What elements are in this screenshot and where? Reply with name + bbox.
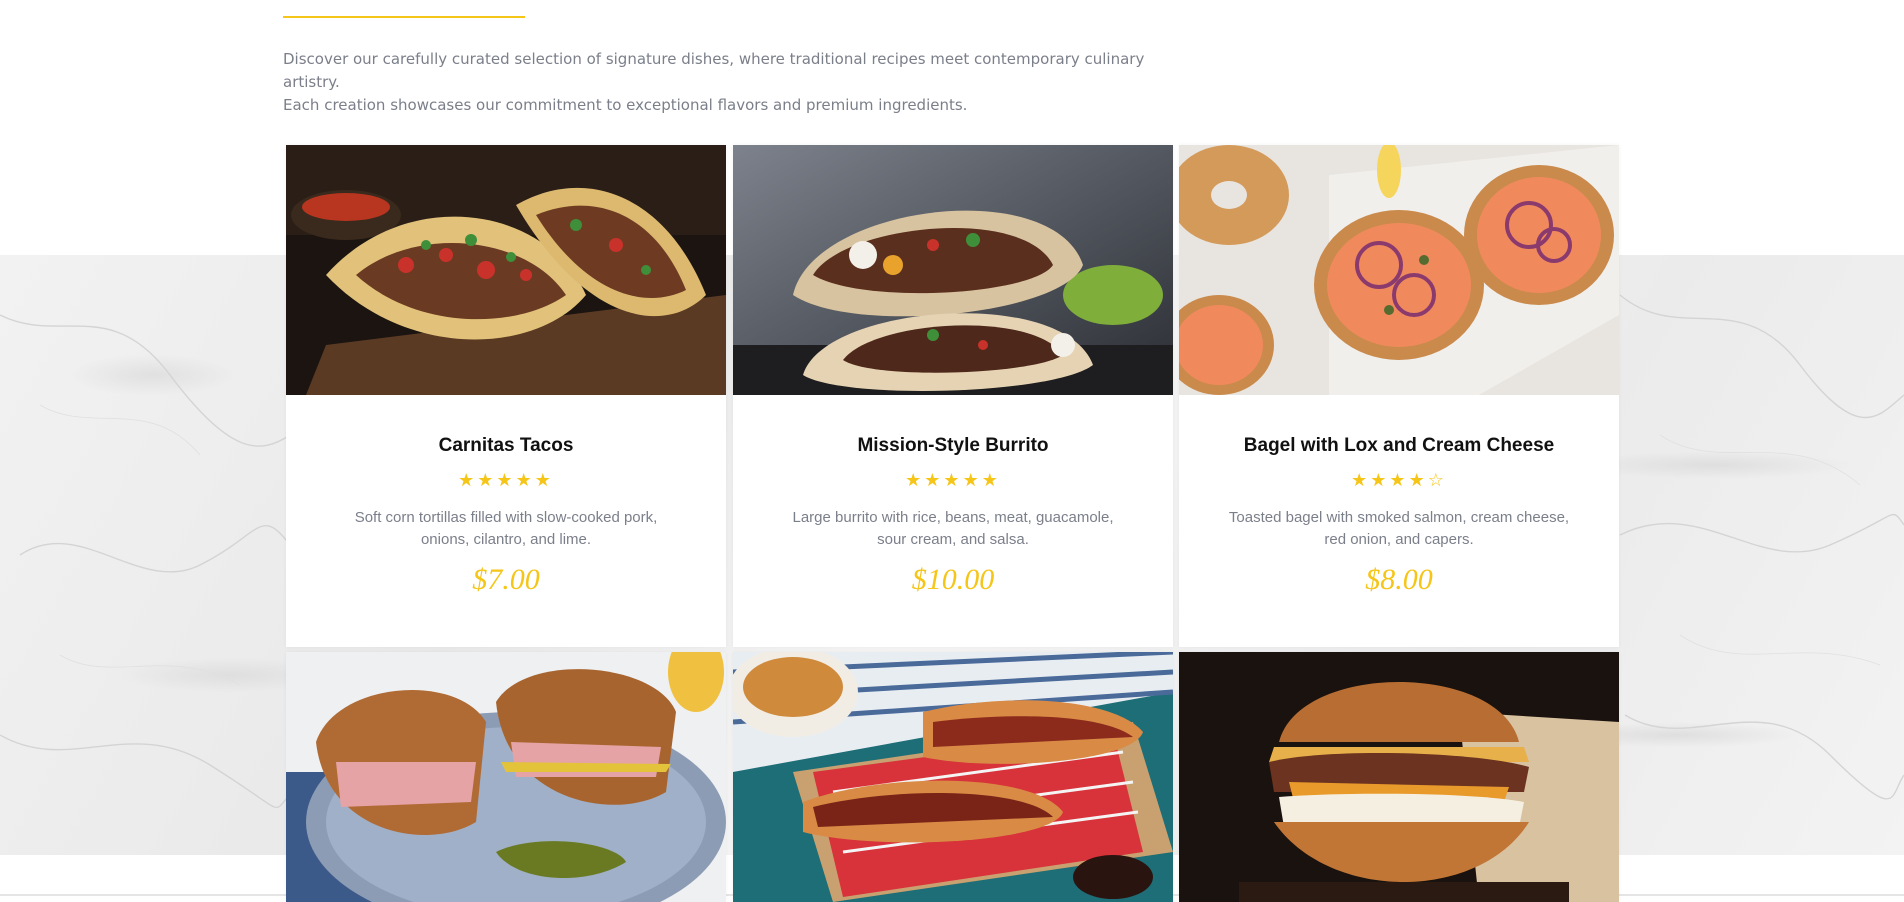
intro-line-2: Each creation showcases our commitment t… [283, 96, 968, 114]
hot-dogs-photo[interactable] [733, 652, 1173, 902]
section-title-underline [283, 16, 525, 18]
menu-card-breakfast-sandwich[interactable] [1179, 652, 1619, 902]
item-price: $8.00 [1365, 563, 1433, 596]
item-title[interactable]: Bagel with Lox and Cream Cheese [1179, 435, 1619, 457]
section-intro: Discover our carefully curated selection… [283, 48, 1183, 117]
rating-stars: ★★★★☆ [1351, 470, 1447, 491]
rating-stars: ★★★★★ [458, 470, 554, 491]
menu-card-carnitas-tacos[interactable]: Carnitas Tacos ★★★★★ Soft corn tortillas… [286, 145, 726, 647]
tacos-photo[interactable] [286, 145, 726, 395]
item-price: $7.00 [472, 563, 540, 596]
burrito-photo[interactable] [733, 145, 1173, 395]
menu-card-hot-dogs[interactable] [733, 652, 1173, 902]
item-price: $10.00 [911, 563, 995, 596]
cuban-sandwich-photo[interactable] [286, 652, 726, 902]
item-description: Large burrito with rice, beans, meat, gu… [792, 509, 1114, 548]
item-title[interactable]: Mission-Style Burrito [733, 435, 1173, 457]
menu-card-mission-burrito[interactable]: Mission-Style Burrito ★★★★★ Large burrit… [733, 145, 1173, 647]
menu-card-bagel-lox[interactable]: Bagel with Lox and Cream Cheese ★★★★☆ To… [1179, 145, 1619, 647]
rating-stars: ★★★★★ [905, 470, 1001, 491]
bagel-lox-photo[interactable] [1179, 145, 1619, 395]
item-title[interactable]: Carnitas Tacos [286, 435, 726, 457]
breakfast-sandwich-photo[interactable] [1179, 652, 1619, 902]
menu-card-cuban-sandwich[interactable] [286, 652, 726, 902]
item-description: Soft corn tortillas filled with slow-coo… [354, 509, 658, 548]
item-description: Toasted bagel with smoked salmon, cream … [1228, 509, 1570, 548]
intro-line-1: Discover our carefully curated selection… [283, 50, 1145, 91]
